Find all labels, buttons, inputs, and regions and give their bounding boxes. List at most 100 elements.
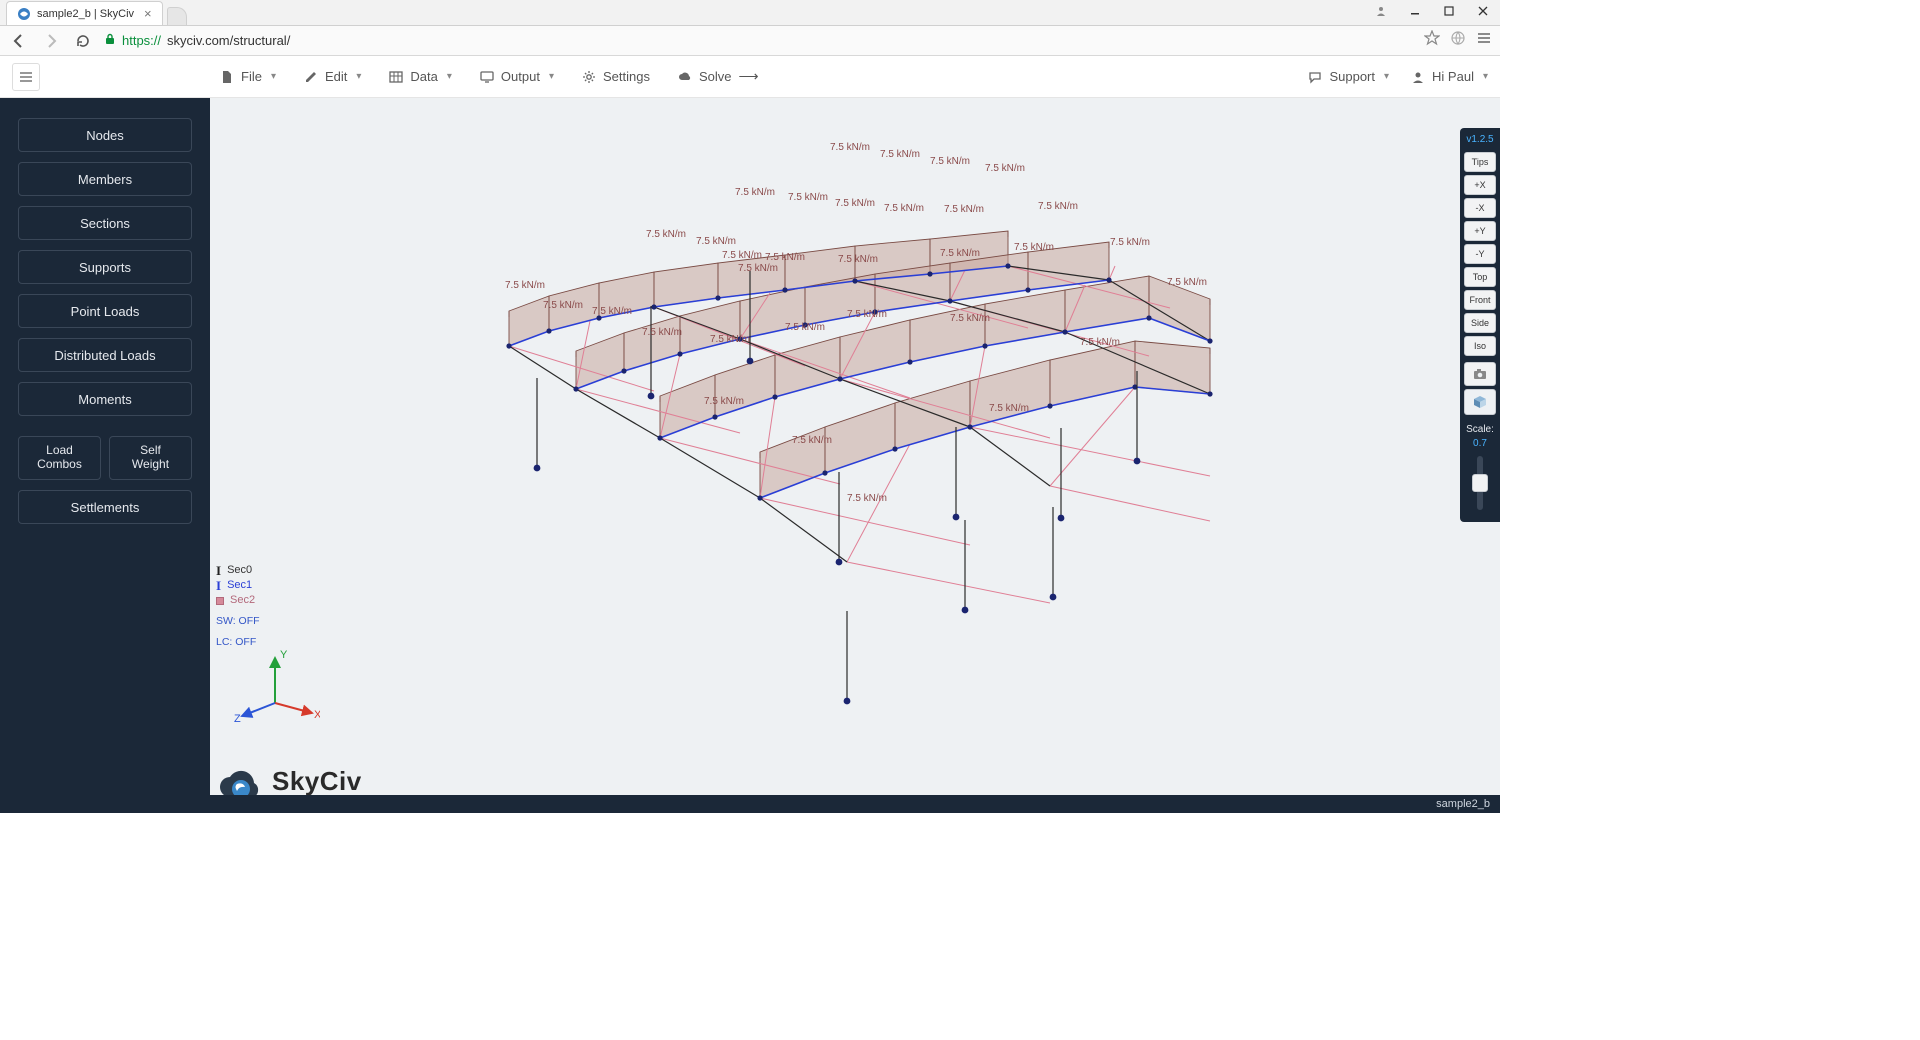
arrow-right-icon: ⟶ — [739, 68, 757, 85]
view-plusminus-y[interactable]: +Y — [1464, 221, 1496, 241]
svg-text:7.5 kN/m: 7.5 kN/m — [880, 149, 920, 160]
menu-user-label: Hi Paul — [1432, 69, 1474, 84]
window-maximize-icon[interactable] — [1432, 0, 1466, 22]
person-icon[interactable] — [1364, 0, 1398, 22]
svg-text:7.5 kN/m: 7.5 kN/m — [788, 192, 828, 203]
bookmark-icon[interactable] — [1424, 30, 1440, 51]
menu-file[interactable]: File▾ — [220, 69, 276, 84]
chevron-down-icon: ▾ — [549, 71, 554, 82]
menu-edit[interactable]: Edit▾ — [304, 69, 361, 84]
svg-text:7.5 kN/m: 7.5 kN/m — [930, 156, 970, 167]
sidebar-item-distributed-loads[interactable]: Distributed Loads — [18, 338, 192, 372]
svg-text:7.5 kN/m: 7.5 kN/m — [989, 403, 1029, 414]
view-iso[interactable]: Iso — [1464, 336, 1496, 356]
menu-user[interactable]: Hi Paul▾ — [1411, 69, 1488, 84]
svg-text:7.5 kN/m: 7.5 kN/m — [765, 252, 805, 263]
svg-text:7.5 kN/m: 7.5 kN/m — [704, 396, 744, 407]
sidebar-item-moments[interactable]: Moments — [18, 382, 192, 416]
chevron-down-icon: ▾ — [356, 71, 361, 82]
menu-output[interactable]: Output▾ — [480, 69, 554, 84]
menu-support[interactable]: Support▾ — [1308, 69, 1389, 84]
view-side[interactable]: Side — [1464, 313, 1496, 333]
menu-data[interactable]: Data▾ — [389, 69, 452, 84]
label: Self — [140, 444, 161, 458]
forward-icon[interactable] — [40, 30, 62, 52]
status-filename: sample2_b — [1436, 798, 1490, 810]
slider-thumb[interactable] — [1472, 474, 1488, 492]
iso-cube-button[interactable] — [1464, 389, 1496, 415]
sidebar-item-point-loads[interactable]: Point Loads — [18, 294, 192, 328]
view-top[interactable]: Top — [1464, 267, 1496, 287]
view-plusminus-x[interactable]: +X — [1464, 175, 1496, 195]
app-menubar: File▾ Edit▾ Data▾ Output▾ Settings Solve — [0, 56, 1500, 98]
axis-x-label: X — [314, 709, 320, 721]
browser-address-bar: https:// skyciv.com/structural/ — [0, 26, 1500, 56]
view-minus-x[interactable]: -X — [1464, 198, 1496, 218]
svg-text:7.5 kN/m: 7.5 kN/m — [646, 229, 686, 240]
svg-text:7.5 kN/m: 7.5 kN/m — [738, 263, 778, 274]
sidebar-self-weight[interactable]: Self Weight — [109, 436, 192, 480]
sidebar-item-label: Point Loads — [71, 304, 140, 319]
svg-text:7.5 kN/m: 7.5 kN/m — [1014, 242, 1054, 253]
svg-text:7.5 kN/m: 7.5 kN/m — [735, 187, 775, 198]
back-icon[interactable] — [8, 30, 30, 52]
menu-settings[interactable]: Settings — [582, 69, 650, 84]
cloud-icon — [678, 70, 692, 84]
view-front[interactable]: Front — [1464, 290, 1496, 310]
scale-label: Scale: — [1466, 424, 1494, 435]
svg-text:7.5 kN/m: 7.5 kN/m — [792, 435, 832, 446]
sidebar-load-combos[interactable]: Load Combos — [18, 436, 101, 480]
svg-text:7.5 kN/m: 7.5 kN/m — [1167, 277, 1207, 288]
sidebar-item-sections[interactable]: Sections — [18, 206, 192, 240]
chat-icon — [1308, 70, 1322, 84]
sidebar-item-nodes[interactable]: Nodes — [18, 118, 192, 152]
sidebar-item-label: Distributed Loads — [54, 348, 155, 363]
scale-value: 0.7 — [1473, 438, 1487, 449]
lock-icon — [104, 33, 116, 48]
sidebar-item-supports[interactable]: Supports — [18, 250, 192, 284]
menu-file-label: File — [241, 69, 262, 84]
svg-text:7.5 kN/m: 7.5 kN/m — [940, 248, 980, 259]
view-tips[interactable]: Tips — [1464, 152, 1496, 172]
legend-sec1: Sec1 — [227, 578, 252, 593]
url-path: skyciv.com/structural/ — [167, 33, 290, 48]
url-scheme: https:// — [122, 33, 161, 48]
sidebar-item-label: Moments — [78, 392, 131, 407]
axis-y-label: Y — [280, 649, 288, 661]
label: Combos — [37, 458, 82, 472]
model-viewport[interactable]: 7.5 kN/m7.5 kN/m7.5 kN/m7.5 kN/m7.5 kN/m… — [210, 98, 1500, 813]
sidebar-settlements[interactable]: Settlements — [18, 490, 192, 524]
url-display[interactable]: https:// skyciv.com/structural/ — [104, 33, 1414, 48]
tab-title: sample2_b | SkyCiv — [37, 8, 134, 20]
view-minus-y[interactable]: -Y — [1464, 244, 1496, 264]
chevron-down-icon: ▾ — [447, 71, 452, 82]
svg-text:7.5 kN/m: 7.5 kN/m — [985, 163, 1025, 174]
svg-text:7.5 kN/m: 7.5 kN/m — [838, 254, 878, 265]
status-bar: sample2_b — [210, 795, 1500, 813]
screenshot-button[interactable] — [1464, 362, 1496, 386]
axes-gizmo: Y X Z — [230, 648, 320, 733]
sidebar-item-members[interactable]: Members — [18, 162, 192, 196]
sidebar-item-label: Supports — [79, 260, 131, 275]
svg-text:7.5 kN/m: 7.5 kN/m — [1038, 201, 1078, 212]
tab-close-icon[interactable]: × — [144, 6, 152, 21]
sidebar-toggle-button[interactable] — [12, 63, 40, 91]
reload-icon[interactable] — [72, 30, 94, 52]
label: Settlements — [71, 500, 140, 515]
brand-name: SkyCiv — [272, 768, 397, 794]
svg-text:7.5 kN/m: 7.5 kN/m — [1080, 337, 1120, 348]
extensions-icon[interactable] — [1450, 30, 1466, 51]
menu-solve[interactable]: Solve ⟶ — [678, 68, 757, 85]
scale-slider[interactable] — [1477, 456, 1483, 510]
favicon-icon — [17, 7, 31, 21]
browser-menu-icon[interactable] — [1476, 30, 1492, 51]
window-minimize-icon[interactable] — [1398, 0, 1432, 22]
browser-tab[interactable]: sample2_b | SkyCiv × — [6, 1, 163, 25]
svg-text:7.5 kN/m: 7.5 kN/m — [847, 493, 887, 504]
svg-text:7.5 kN/m: 7.5 kN/m — [835, 198, 875, 209]
window-close-icon[interactable] — [1466, 0, 1500, 22]
model-canvas[interactable]: 7.5 kN/m7.5 kN/m7.5 kN/m7.5 kN/m7.5 kN/m… — [210, 98, 1500, 813]
new-tab-button[interactable] — [167, 7, 187, 25]
legend: ISec0 ISec1 Sec2 SW: OFF LC: OFF — [216, 563, 260, 650]
svg-text:7.5 kN/m: 7.5 kN/m — [642, 327, 682, 338]
